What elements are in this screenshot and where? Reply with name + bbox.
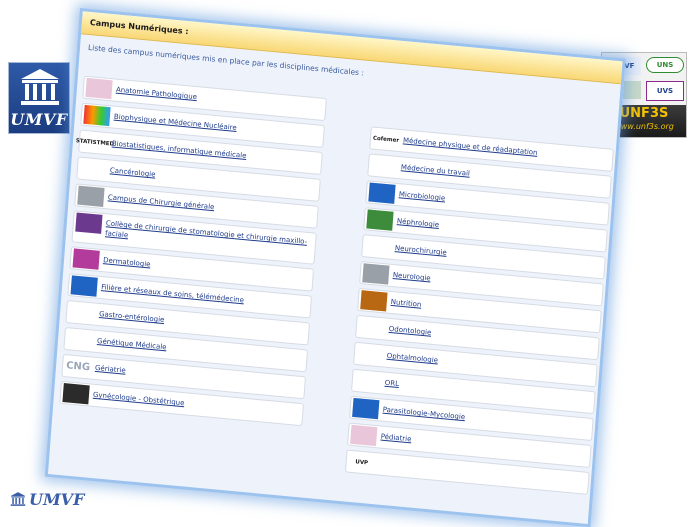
campus-item-link[interactable]: Ophtalmologie bbox=[386, 352, 438, 365]
campus-thumbnail-icon bbox=[79, 159, 106, 180]
campus-thumbnail-icon bbox=[77, 185, 105, 207]
campus-list-right: Cofemer Médecine physique et de réadaptat… bbox=[344, 126, 614, 499]
campus-item-link[interactable]: ORL bbox=[384, 379, 399, 388]
umvf-logo-text: UMVF bbox=[10, 110, 68, 129]
campus-screenshot-wrapper: Campus Numériques : Liste des campus num… bbox=[44, 8, 626, 527]
campus-item-link[interactable]: Néphrologie bbox=[397, 217, 440, 229]
campus-item-link[interactable]: Pédiatrie bbox=[380, 433, 411, 444]
campus-thumbnail-icon bbox=[360, 290, 388, 312]
campus-item-link[interactable]: Cancérologie bbox=[110, 166, 156, 178]
campus-thumbnail-icon bbox=[356, 344, 384, 366]
campus-item-link[interactable]: Dermatologie bbox=[103, 256, 151, 268]
campus-thumbnail-icon: Cofemer bbox=[372, 135, 400, 144]
campus-screenshot: Campus Numériques : Liste des campus num… bbox=[44, 8, 626, 527]
campus-thumbnail-icon bbox=[366, 209, 394, 231]
campus-thumbnail-icon bbox=[85, 77, 113, 100]
campus-thumbnail-icon bbox=[352, 397, 380, 420]
campus-item-link[interactable]: Gastro-entérologie bbox=[99, 310, 165, 324]
campus-item-link[interactable]: Neurochirurgie bbox=[395, 244, 447, 257]
temple-icon bbox=[21, 69, 59, 105]
uvs-mini-logo: UVS bbox=[646, 81, 684, 101]
campus-thumbnail-icon bbox=[354, 371, 381, 392]
campus-thumbnail-icon bbox=[75, 212, 103, 234]
campus-item-link[interactable]: Microbiologie bbox=[399, 190, 446, 202]
campus-thumbnail-icon bbox=[364, 236, 391, 257]
campus-item-link[interactable]: Gynécologie - Obstétrique bbox=[93, 391, 185, 407]
campus-thumbnail-icon bbox=[66, 329, 93, 350]
campus-item-link[interactable]: Anatomie Pathologique bbox=[116, 86, 198, 101]
temple-icon bbox=[10, 492, 26, 506]
campus-item-link[interactable]: Génétique Médicale bbox=[97, 337, 167, 351]
campus-thumbnail-icon: UVP bbox=[355, 458, 369, 466]
umvf-small-logo[interactable]: UMVF bbox=[10, 489, 84, 509]
campus-thumbnail-icon bbox=[70, 275, 98, 297]
campus-item-link[interactable]: Gériatrie bbox=[95, 364, 126, 375]
campus-thumbnail-icon bbox=[368, 182, 396, 204]
campus-item-link[interactable]: Biostatistiques, informatique médicale bbox=[112, 140, 247, 160]
campus-item-link[interactable]: Médecine du travail bbox=[401, 163, 471, 177]
uns-mini-logo: UNS bbox=[646, 57, 684, 73]
campus-item-link[interactable]: Odontologie bbox=[389, 325, 432, 337]
campus-thumbnail-icon bbox=[358, 317, 385, 338]
campus-item-link[interactable]: Biophysique et Médecine Nucléaire bbox=[114, 113, 237, 132]
campus-item-link[interactable]: Neurologie bbox=[393, 271, 431, 282]
campus-item-link[interactable]: Nutrition bbox=[391, 298, 422, 309]
campus-thumbnail-icon bbox=[68, 302, 95, 323]
campus-thumbnail-icon bbox=[370, 156, 397, 177]
campus-thumbnail-icon: STATISTMED bbox=[75, 137, 115, 148]
umvf-logo[interactable]: UMVF bbox=[8, 62, 70, 134]
campus-item-link[interactable]: Parasitologie-Mycologie bbox=[382, 406, 465, 422]
campus-item-link[interactable]: Médecine physique et de réadaptation bbox=[403, 136, 538, 156]
campus-thumbnail-icon bbox=[350, 424, 378, 447]
campus-item-link[interactable]: Campus de Chirurgie générale bbox=[108, 193, 215, 211]
campus-thumbnail-icon bbox=[362, 263, 390, 285]
umvf-small-logo-text: UMVF bbox=[29, 489, 85, 509]
campus-thumbnail-icon: CNG bbox=[65, 360, 91, 374]
campus-list-left: Anatomie Pathologique Biophysique et Méde… bbox=[59, 75, 327, 431]
campus-thumbnail-icon bbox=[72, 248, 100, 270]
campus-item-link[interactable]: Filière et réseaux de soins, télémédecin… bbox=[101, 283, 244, 304]
campus-thumbnail-icon bbox=[83, 104, 111, 127]
campus-thumbnail-icon bbox=[62, 383, 90, 405]
campus-list: Anatomie Pathologique Biophysique et Méde… bbox=[54, 75, 614, 524]
